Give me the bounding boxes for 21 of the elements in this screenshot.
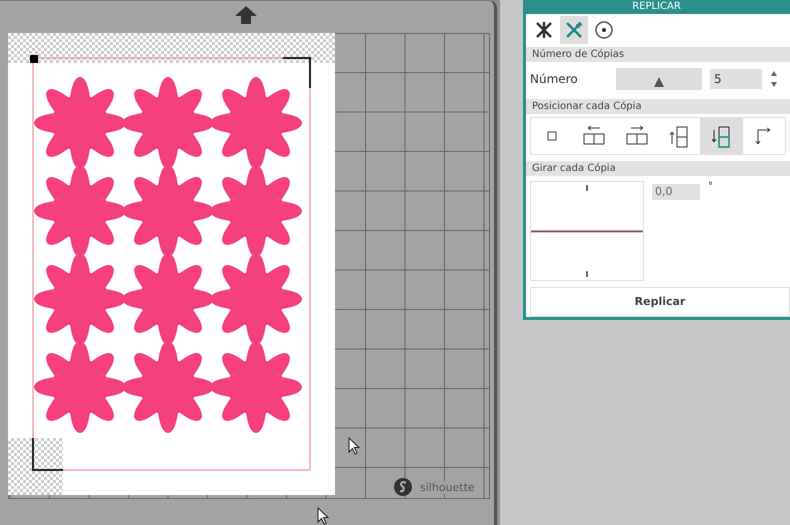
registration-mark <box>32 438 63 471</box>
field-label: Número <box>530 72 579 86</box>
degree-unit: ° <box>708 180 713 194</box>
logo-icon <box>393 477 413 497</box>
registration-mark <box>30 55 38 63</box>
up-arrow-icon[interactable] <box>234 5 258 25</box>
number-field[interactable]: 5 <box>710 69 762 89</box>
mouse-pointer-icon <box>317 507 329 525</box>
slider-track[interactable] <box>616 68 702 90</box>
slider-thumb[interactable] <box>654 77 664 87</box>
registration-mark <box>283 57 311 88</box>
panel-title: REPLICAR <box>523 0 790 14</box>
position-down-icon[interactable] <box>700 118 743 154</box>
spinner-arrows-icon[interactable] <box>770 70 778 88</box>
rotation-dial-drawing[interactable] <box>530 180 644 281</box>
section-heading: Número de Cópias <box>526 47 790 62</box>
section-heading: Posicionar cada Cópia <box>526 99 790 114</box>
section-heading: Girar cada Cópia <box>526 160 790 176</box>
angle-field[interactable]: 0,0 <box>652 184 700 200</box>
brand-logo: silhouette <box>419 480 476 494</box>
replicate-button[interactable]: Replicar <box>530 286 790 317</box>
